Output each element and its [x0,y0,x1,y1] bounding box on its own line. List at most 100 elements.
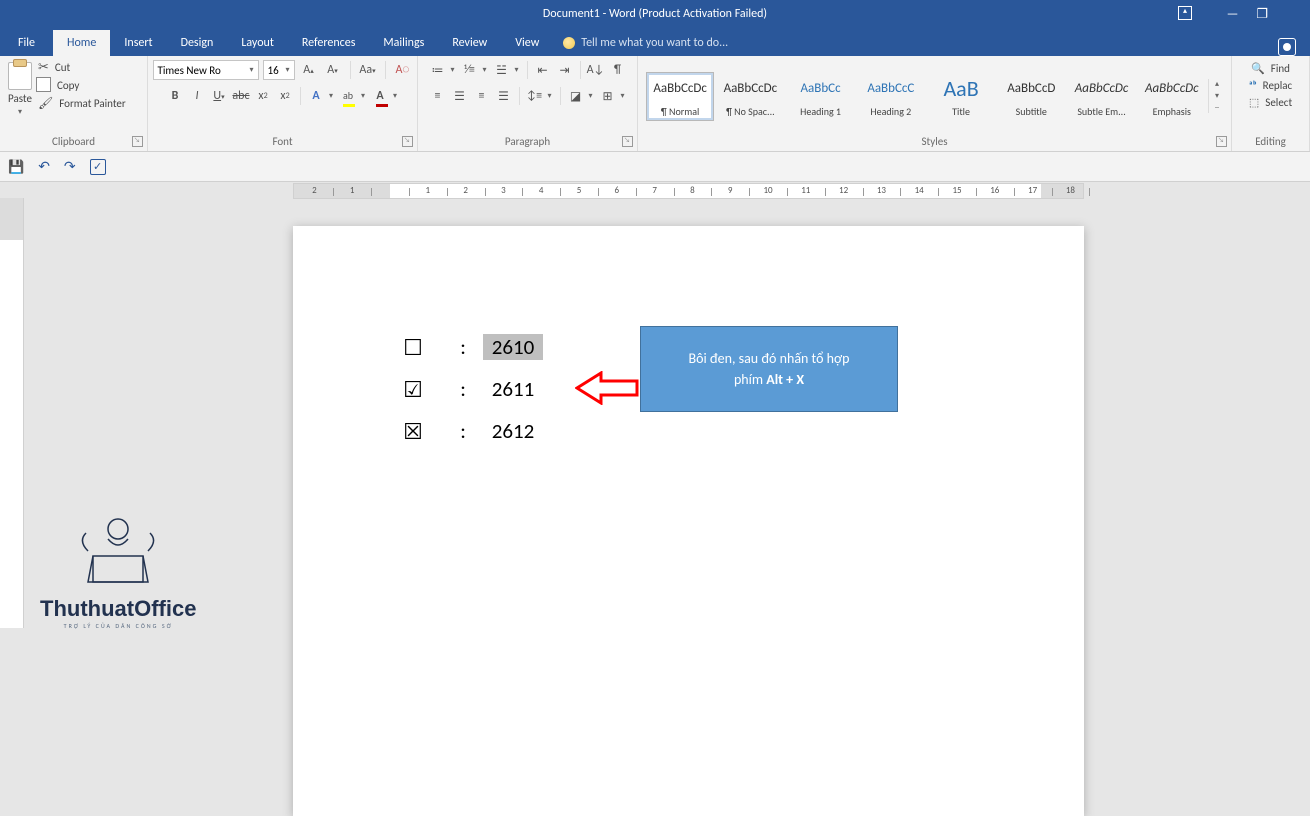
bullets-button[interactable]: ≔ [428,60,448,80]
sort-button[interactable]: A↓ [586,60,606,80]
text-effects-button[interactable]: A [306,86,326,106]
align-right-button[interactable]: ≡ [472,86,492,106]
tell-me-text: Tell me what you want to do... [581,36,728,50]
italic-button[interactable]: I [187,86,207,106]
chevron-down-icon[interactable]: ▾ [618,86,628,106]
tell-me-box[interactable]: Tell me what you want to do... [553,30,738,56]
horizontal-ruler[interactable]: 21123456789101112131415161718 [293,183,1084,199]
align-center-button[interactable]: ☰ [450,86,470,106]
grow-font-button[interactable]: A▴ [299,60,319,80]
chevron-down-icon[interactable]: ▾ [586,86,596,106]
tab-view[interactable]: View [501,30,553,56]
ruler-mark: 18 [1066,185,1075,196]
group-styles-label: Styles [646,132,1223,151]
chevron-down-icon[interactable]: ▾ [448,60,458,80]
tab-file[interactable]: File [0,30,53,56]
document-line-2[interactable]: ☒:2612 [383,410,994,452]
maximize-icon[interactable]: ❐ [1256,7,1268,22]
style-title[interactable]: AaB Title [927,72,995,121]
strikethrough-button[interactable]: abc [231,86,251,106]
highlight-button[interactable]: ab [338,86,358,106]
redo-icon[interactable] [64,158,76,175]
increase-indent-button[interactable]: ⇥ [555,60,575,80]
style-heading-2[interactable]: AaBbCcCHeading 2 [857,72,925,121]
approve-icon[interactable] [90,159,106,175]
subscript-button[interactable]: x2 [253,86,273,106]
titlebar-right-controls [1278,38,1310,56]
clear-formatting-button[interactable]: A◌ [393,60,413,80]
chevron-down-icon[interactable]: ▾ [390,86,400,106]
shading-button[interactable]: ◪ [566,86,586,106]
font-size-value: 16 [268,64,279,77]
style-subtitle[interactable]: AaBbCcDSubtitle [997,72,1065,121]
cut-button[interactable]: Cut [38,60,126,75]
save-icon[interactable] [8,158,24,175]
borders-button[interactable]: ⊞ [598,86,618,106]
style-name: Heading 1 [793,105,847,118]
font-size-combo[interactable]: 16▾ [263,60,295,80]
shrink-font-button[interactable]: A▾ [323,60,343,80]
tab-mailings[interactable]: Mailings [369,30,438,56]
font-color-button[interactable]: A [370,86,390,106]
vertical-ruler[interactable] [0,198,24,628]
chevron-down-icon[interactable]: ▾ [326,86,336,106]
styles-launcher[interactable] [1216,136,1227,147]
style-name: Title [934,105,988,118]
bold-button[interactable]: B [165,86,185,106]
justify-button[interactable]: ☰ [494,86,514,106]
chevron-down-icon[interactable]: ▾ [480,60,490,80]
callout-line1: Bôi đen, sau đó nhấn tổ hợp [689,350,850,367]
tab-design[interactable]: Design [167,30,228,56]
paste-button[interactable]: Paste ▾ [8,60,32,117]
style-heading-1[interactable]: AaBbCcHeading 1 [786,72,854,121]
font-launcher[interactable] [402,136,413,147]
numbering-button[interactable]: ⅟≡ [460,60,480,80]
style-preview: AaB [934,75,988,103]
style-emphasis[interactable]: AaBbCcDcEmphasis [1138,72,1206,121]
format-painter-button[interactable]: Format Painter [38,96,126,111]
replace-button[interactable]: Replac [1249,79,1292,92]
tab-home[interactable]: Home [53,30,110,56]
colon: : [443,376,483,402]
tab-layout[interactable]: Layout [227,30,288,56]
font-name-combo[interactable]: Times New Ro▾ [153,60,259,80]
find-button[interactable]: Find [1251,62,1290,75]
style-subtle-em-[interactable]: AaBbCcDcSubtle Em... [1067,72,1135,121]
menu-bar: File Home Insert Design Layout Reference… [0,28,1310,56]
tab-references[interactable]: References [288,30,370,56]
ribbon: Paste ▾ Cut Copy Format Painter Clipboar… [0,56,1310,152]
ruler-mark: 13 [877,185,886,196]
undo-icon[interactable] [38,158,50,175]
copy-button[interactable]: Copy [38,79,126,92]
chevron-down-icon[interactable]: ▾ [512,60,522,80]
decrease-indent-button[interactable]: ⇤ [533,60,553,80]
style-name: Subtitle [1004,105,1058,118]
style--normal[interactable]: AaBbCcDc¶ Normal [646,72,714,121]
show-marks-button[interactable]: ¶ [608,60,628,80]
styles-more-button[interactable]: ▴▾⎯ [1208,79,1223,113]
clipboard-launcher[interactable] [132,136,143,147]
multilevel-button[interactable]: ☱ [492,60,512,80]
minimize-icon[interactable]: — [1227,7,1239,22]
group-editing: Find Replac Select Editing [1232,56,1310,151]
change-case-button[interactable]: Aa▾ [358,60,378,80]
watermark-sub: TRỢ LÝ CỦA DÂN CÔNG SỞ [40,622,196,630]
tab-insert[interactable]: Insert [110,30,166,56]
select-button[interactable]: Select [1249,96,1292,109]
align-left-button[interactable]: ≡ [428,86,448,106]
style-name: Heading 2 [864,105,918,118]
chevron-down-icon[interactable]: ▾ [18,107,22,117]
callout-line2b: Alt + X [766,371,804,388]
select-label: Select [1265,96,1292,109]
superscript-button[interactable]: x2 [275,86,295,106]
share-icon[interactable] [1278,38,1296,56]
chevron-down-icon[interactable]: ▾ [545,86,555,106]
style--no-spac-[interactable]: AaBbCcDc¶ No Spac... [716,72,784,121]
underline-button[interactable]: U▾ [209,86,229,106]
paragraph-launcher[interactable] [622,136,633,147]
tab-review[interactable]: Review [438,30,501,56]
ribbon-options-icon[interactable] [1178,6,1192,20]
line-spacing-button[interactable]: ↕≡ [525,86,545,106]
page[interactable]: ☐:2610☑:2611☒:2612 [293,226,1084,816]
chevron-down-icon[interactable]: ▾ [358,86,368,106]
